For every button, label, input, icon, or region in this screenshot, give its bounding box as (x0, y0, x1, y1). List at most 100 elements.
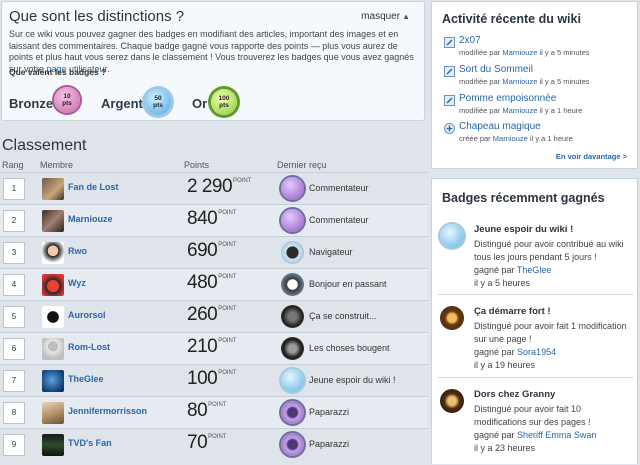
edit-page-icon (444, 95, 455, 106)
last-badge-name: Jeune espoir du wiki ! (309, 375, 396, 385)
rank-number: 3 (3, 242, 25, 264)
recent-badge-desc: Distingué pour avoir contribué au wiki t… (474, 238, 636, 290)
camera-badge-icon[interactable] (281, 433, 304, 456)
avatar[interactable] (42, 402, 64, 424)
activity-meta: créée par Marniouze il y a 1 heure (459, 134, 573, 143)
member-name-link[interactable]: Fan de Lost (68, 182, 119, 192)
divider (438, 294, 633, 295)
badge-values-question: Que valent les badges ? (9, 67, 107, 77)
activity-meta-pre: modifiée par (459, 106, 503, 115)
bronze-points-unit: pts (62, 100, 72, 107)
won-by-label: gagné par (474, 430, 518, 440)
header-rank: Rang (2, 160, 24, 170)
activity-page-link[interactable]: Sort du Sommeil (459, 64, 533, 75)
table-row: 1 Fan de Lost 2 290POINT Commentateur (0, 172, 428, 205)
new-page-icon (444, 123, 455, 134)
badge-description: Distingué pour avoir fait 1 modification… (474, 321, 627, 344)
compass-badge-icon[interactable] (281, 241, 304, 264)
hi-badge-icon[interactable] (281, 273, 304, 296)
recent-badge-item: Ça démarre fort ! Distingué pour avoir f… (440, 306, 633, 376)
member-name-link[interactable]: Jennifermorrisson (68, 406, 147, 416)
badge-time: il y a 23 heures (474, 443, 536, 453)
tier-bronze-label: Bronze (9, 96, 54, 111)
points-unit: POINT (208, 402, 227, 408)
see-more-link[interactable]: En voir davantage > (556, 152, 627, 161)
avatar[interactable] (42, 274, 64, 296)
activity-title: Activité récente du wiki (442, 12, 581, 26)
avatar[interactable] (42, 370, 64, 392)
points-value: 480POINT (187, 272, 237, 294)
table-row: 8 Jennifermorrisson 80POINT Paparazzi (0, 396, 428, 429)
rank-number: 7 (3, 370, 25, 392)
badge-description: Distingué pour avoir contribué au wiki t… (474, 239, 624, 262)
gold-badge-icon: 100 pts (211, 89, 237, 115)
flame-badge-icon[interactable] (440, 306, 464, 330)
activity-item: Pomme empoisonnée modifiée par Marniouze… (444, 93, 634, 119)
member-name-link[interactable]: Rwo (68, 246, 87, 256)
rocket-badge-icon[interactable] (440, 224, 464, 248)
ranking-title: Classement (2, 137, 87, 154)
activity-user-link[interactable]: Marniouze (502, 106, 537, 115)
member-name-link[interactable]: Rom-Lost (68, 342, 110, 352)
gears-badge-icon[interactable] (281, 337, 304, 360)
default-avatar-icon[interactable] (42, 338, 64, 360)
left-column: Que sont les distinctions ? masquer ▲ Sur… (0, 0, 428, 464)
member-name-link[interactable]: Wyz (68, 278, 86, 288)
avatar[interactable] (42, 210, 64, 232)
star-badge-icon[interactable] (281, 209, 304, 232)
avatar[interactable] (42, 306, 64, 328)
points-unit: POINT (218, 338, 237, 344)
activity-user-link[interactable]: Marniouze (502, 48, 537, 57)
badge-user-link[interactable]: Sora1954 (517, 347, 556, 357)
rank-number: 2 (3, 210, 25, 232)
star-badge-icon[interactable] (281, 177, 304, 200)
bronze-points-value: 10 (63, 93, 71, 100)
table-row: 5 Aurorsol 260POINT Ça se construit... (0, 300, 428, 333)
silver-points-value: 50 (154, 95, 162, 102)
recent-badge-title: Jeune espoir du wiki ! (474, 224, 574, 235)
points-number: 70 (187, 432, 208, 453)
badge-winner: gagné par Sora1954 (474, 346, 636, 359)
header-member: Membre (40, 160, 74, 170)
table-row: 2 Marniouze 840POINT Commentateur (0, 204, 428, 237)
activity-meta: modifiée par Marniouze il y a 1 heure (459, 106, 582, 115)
recent-badge-desc: Distingué pour avoir fait 1 modification… (474, 320, 636, 372)
last-badge-name: Les choses bougent (309, 343, 390, 353)
won-by-label: gagné par (474, 265, 517, 275)
activity-page-link[interactable]: Chapeau magique (459, 121, 541, 132)
points-unit: POINT (233, 178, 252, 184)
recent-badge-desc: Distingué pour avoir fait 10 modificatio… (474, 403, 636, 455)
member-name-link[interactable]: Aurorsol (68, 310, 106, 320)
member-name-link[interactable]: Marniouze (68, 214, 113, 224)
avatar[interactable] (42, 242, 64, 264)
points-value: 70POINT (187, 432, 226, 454)
gold-points-unit: pts (219, 102, 229, 109)
badge-user-link[interactable]: TheGlee (517, 265, 552, 275)
activity-page-link[interactable]: Pomme empoisonnée (459, 93, 556, 104)
points-unit: POINT (218, 242, 237, 248)
member-name-link[interactable]: TheGlee (68, 374, 104, 384)
points-value: 260POINT (187, 304, 237, 326)
activity-item: 2x07 modifiée par Marniouze il y a 5 min… (444, 35, 634, 61)
activity-page-link[interactable]: 2x07 (459, 35, 481, 46)
activity-meta-pre: modifiée par (459, 48, 503, 57)
member-name-link[interactable]: TVD's Fan (68, 438, 112, 448)
hide-toggle[interactable]: masquer ▲ (361, 11, 410, 22)
table-row: 9 TVD's Fan 70POINT Paparazzi (0, 428, 428, 465)
avatar[interactable] (42, 178, 64, 200)
activity-user-link[interactable]: Marniouze (493, 134, 528, 143)
avatar[interactable] (42, 434, 64, 456)
construction-badge-icon[interactable] (281, 305, 304, 328)
rocket-badge-icon[interactable] (281, 369, 304, 392)
silver-badge-icon: 50 pts (145, 89, 171, 115)
badge-user-link[interactable]: Sheriff Emma Swan (517, 430, 596, 440)
camera-badge-icon[interactable] (281, 401, 304, 424)
star-badge-icon[interactable] (440, 389, 464, 413)
silver-points-unit: pts (153, 102, 163, 109)
badge-time: il y a 5 heures (474, 278, 531, 288)
last-badge-name: Commentateur (309, 215, 369, 225)
activity-item: Chapeau magique créée par Marniouze il y… (444, 121, 634, 147)
points-number: 80 (187, 400, 208, 421)
activity-meta-pre: créée par (459, 134, 493, 143)
activity-user-link[interactable]: Marniouze (502, 77, 537, 86)
